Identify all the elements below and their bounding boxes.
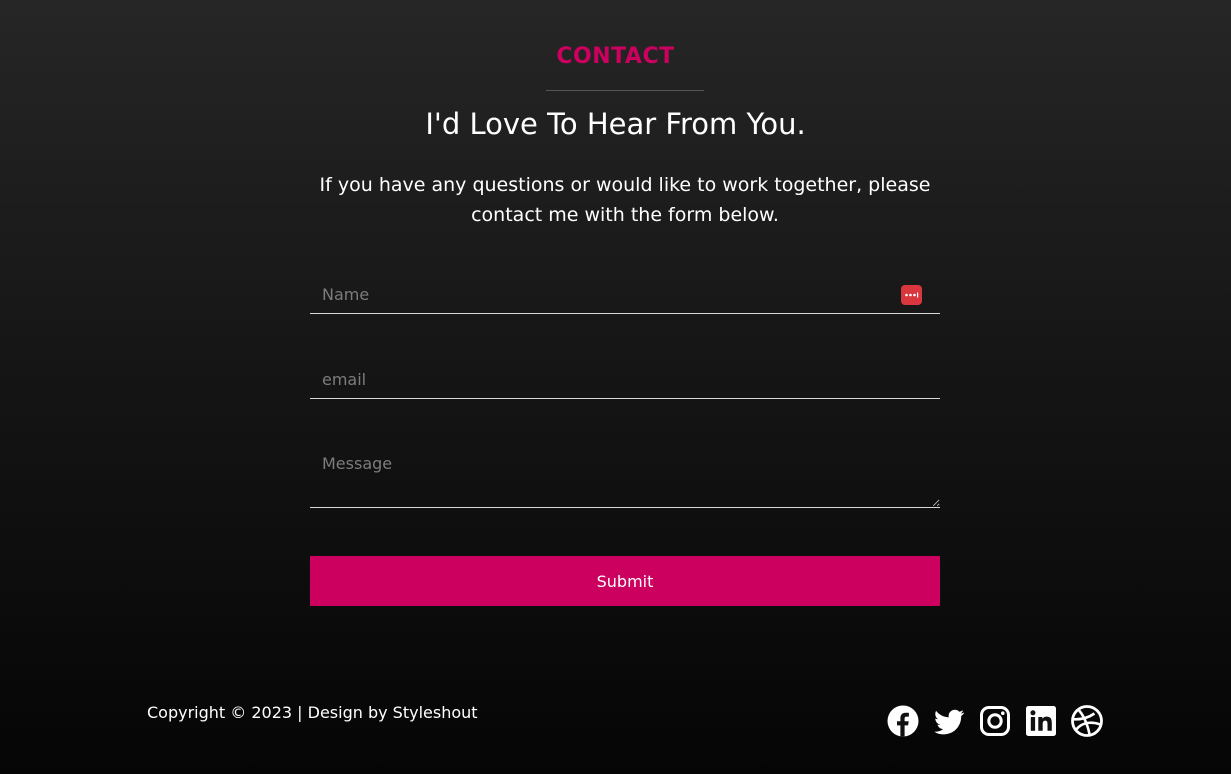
instagram-icon [980, 706, 1010, 736]
divider [546, 90, 704, 91]
submit-button[interactable]: Submit [310, 556, 940, 606]
password-manager-icon[interactable] [901, 285, 922, 305]
email-field-wrapper [310, 361, 940, 399]
dribbble-icon [1071, 705, 1103, 737]
facebook-link[interactable] [886, 704, 920, 738]
social-links [886, 704, 1104, 738]
message-field[interactable] [310, 446, 940, 507]
facebook-icon [887, 705, 919, 737]
copyright-text: Copyright © 2023 | Design by Styleshout [147, 703, 478, 722]
section-label: CONTACT [556, 44, 675, 69]
linkedin-icon [1026, 706, 1056, 736]
name-field-wrapper [310, 276, 940, 314]
message-field-wrapper [310, 446, 940, 508]
twitter-icon [934, 709, 965, 735]
email-field[interactable] [310, 361, 940, 398]
page-title: I'd Love To Hear From You. [425, 107, 806, 141]
instagram-link[interactable] [978, 704, 1012, 738]
linkedin-link[interactable] [1024, 704, 1058, 738]
dribbble-link[interactable] [1070, 704, 1104, 738]
intro-text: If you have any questions or would like … [319, 174, 931, 226]
twitter-link[interactable] [932, 704, 966, 738]
name-field[interactable] [310, 276, 940, 313]
